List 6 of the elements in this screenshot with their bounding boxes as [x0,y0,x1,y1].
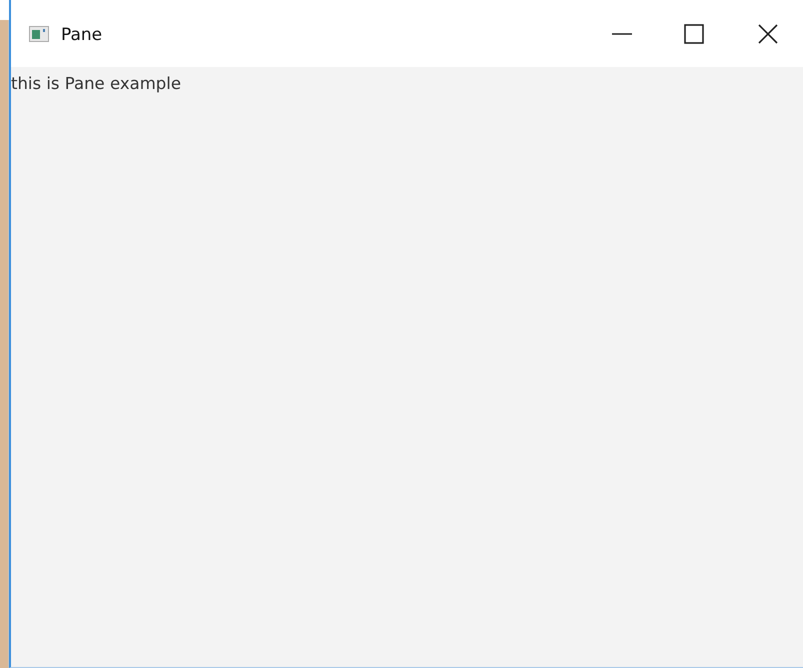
app-icon [29,26,49,42]
window-title: Pane [61,24,104,44]
maximize-icon [684,24,704,44]
pane-label: this is Pane example [11,74,181,93]
close-icon [758,24,778,44]
minimize-icon [612,32,632,36]
